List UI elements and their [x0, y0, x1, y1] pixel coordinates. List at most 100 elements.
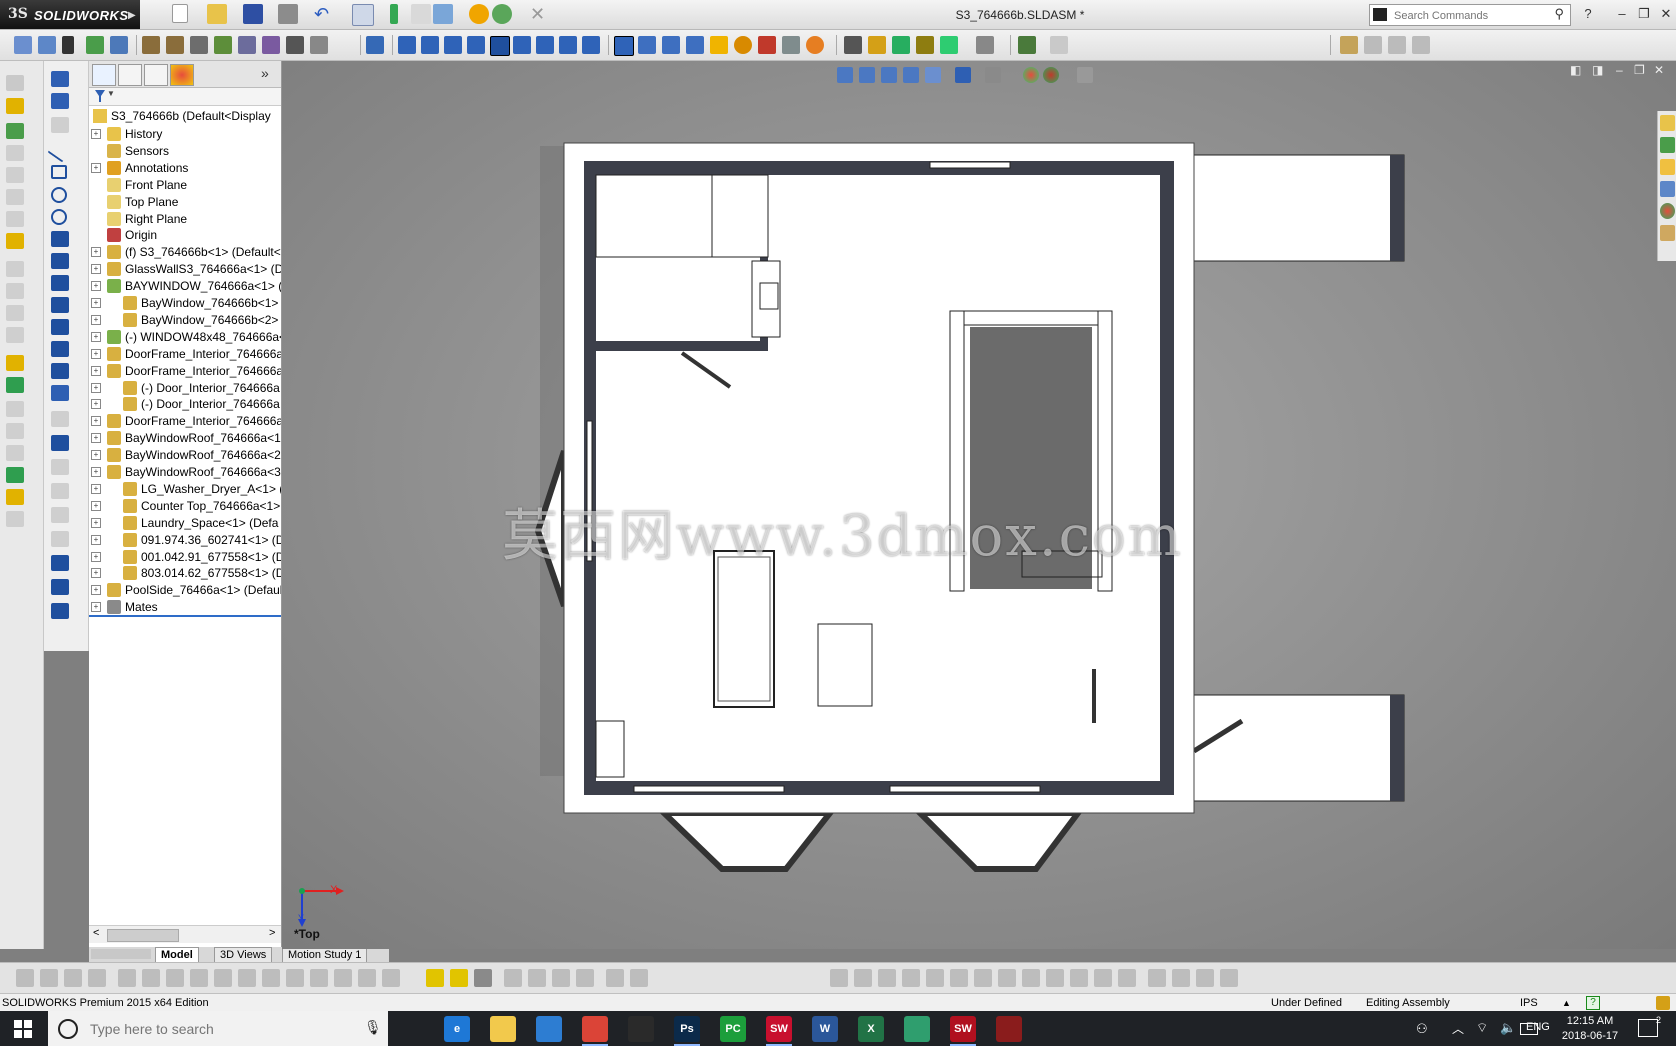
- search-commands[interactable]: ⚲: [1369, 4, 1571, 26]
- lower-tool-icon-12[interactable]: [286, 969, 304, 987]
- rapid-sketch-icon[interactable]: [51, 603, 69, 619]
- storage-box[interactable]: [595, 720, 625, 778]
- appearances-pane-icon[interactable]: [1660, 203, 1675, 219]
- view-palette-icon[interactable]: [1660, 181, 1675, 197]
- expand-toggle-icon[interactable]: +: [91, 162, 101, 173]
- hole-alignment-icon[interactable]: [916, 36, 934, 54]
- expand-toggle-icon[interactable]: +: [91, 298, 101, 308]
- large-assembly-icon[interactable]: [1018, 36, 1036, 54]
- tree-item[interactable]: + BayWindowRoof_764666a<2: [89, 446, 281, 464]
- new-motion-study-icon[interactable]: [214, 36, 232, 54]
- graphics-viewport[interactable]: ◧ ◨ ‒ ❐ ✕ 莫西网www.3dmox.com X Y *Top: [282, 61, 1676, 949]
- tree-item[interactable]: Sensors: [89, 142, 281, 160]
- word-icon[interactable]: W: [812, 1016, 838, 1042]
- feature-tree-tab-icon[interactable]: [92, 64, 116, 86]
- new-document-icon[interactable]: [172, 4, 188, 23]
- tree-item[interactable]: + BayWindowRoof_764666a<1: [89, 429, 281, 447]
- ellipse-icon[interactable]: [51, 275, 69, 291]
- tree-item[interactable]: Top Plane: [89, 193, 281, 211]
- lower-tool-icon-36[interactable]: [1070, 969, 1088, 987]
- intersect-icon[interactable]: [6, 423, 24, 439]
- appearance-icon[interactable]: [469, 4, 489, 24]
- centerline-icon[interactable]: [51, 117, 69, 133]
- washer-dryer[interactable]: [711, 174, 769, 258]
- microphone-icon[interactable]: 🎙: [364, 1019, 382, 1036]
- explode-line-sketch-icon[interactable]: [286, 36, 304, 54]
- tree-item[interactable]: + BayWindow_764666b<2>: [89, 311, 281, 329]
- help-icon[interactable]: ?: [1578, 5, 1598, 23]
- tree-item[interactable]: Origin: [89, 226, 281, 244]
- lower-tool-icon-6[interactable]: [142, 969, 160, 987]
- revolved-boss-icon[interactable]: [6, 98, 24, 114]
- lower-tool-icon-31[interactable]: [950, 969, 968, 987]
- lower-tool-icon-9[interactable]: [214, 969, 232, 987]
- view-right-icon[interactable]: [467, 36, 485, 54]
- file-properties-icon[interactable]: [411, 4, 431, 24]
- expand-toggle-icon[interactable]: +: [91, 450, 101, 461]
- show-hidden-icon[interactable]: [142, 36, 160, 54]
- mirror-icon[interactable]: [6, 377, 24, 393]
- lower-tool-icon-14[interactable]: [334, 969, 352, 987]
- save-icon[interactable]: [243, 4, 263, 24]
- lower-tool-icon-24[interactable]: [606, 969, 624, 987]
- units-chevron-icon[interactable]: ▲: [1562, 994, 1571, 1012]
- rib-icon[interactable]: [6, 305, 24, 321]
- close-doc-icon[interactable]: ✕: [530, 4, 550, 24]
- text-icon[interactable]: [51, 385, 69, 401]
- expand-toggle-icon[interactable]: +: [91, 399, 101, 410]
- spline-icon[interactable]: [51, 253, 69, 269]
- taskbar-search-input[interactable]: [88, 1020, 352, 1038]
- trim-icon[interactable]: [51, 411, 69, 427]
- open-folder-icon[interactable]: [207, 4, 227, 24]
- lower-tool-icon-18[interactable]: [450, 969, 468, 987]
- instant-3d-icon[interactable]: [6, 489, 24, 505]
- expand-toggle-icon[interactable]: +: [91, 602, 101, 613]
- file-explorer-pane-icon[interactable]: [1660, 159, 1675, 175]
- poolside-upper-wing[interactable]: [1193, 154, 1405, 262]
- expand-toggle-icon[interactable]: +: [91, 264, 101, 275]
- display-relations-icon[interactable]: [51, 531, 69, 547]
- solidworks-logo[interactable]: 3S SOLIDWORKS ▶: [0, 0, 140, 29]
- expand-toggle-icon[interactable]: +: [91, 348, 101, 359]
- boundary-boss-icon[interactable]: [6, 167, 24, 183]
- tree-item[interactable]: +001.042.91_677558<1> (D: [89, 548, 281, 566]
- pycharm-icon[interactable]: PC: [720, 1016, 746, 1042]
- pan-icon[interactable]: [662, 36, 680, 54]
- tree-item[interactable]: + History: [89, 125, 281, 143]
- lower-tool-icon-22[interactable]: [552, 969, 570, 987]
- lower-tool-icon-19[interactable]: [474, 969, 492, 987]
- revolved-cut-icon[interactable]: [6, 233, 24, 249]
- tree-item[interactable]: + BayWindow_764666b<1>: [89, 294, 281, 312]
- bay-window-bottom-1[interactable]: [656, 810, 837, 872]
- taskbar-search[interactable]: 🎙: [48, 1011, 388, 1046]
- tree-item[interactable]: +091.974.36_602741<1> (D: [89, 531, 281, 549]
- polygon-icon[interactable]: [51, 209, 67, 225]
- interference-detection-icon[interactable]: [868, 36, 886, 54]
- rebuild-icon[interactable]: [390, 4, 398, 24]
- cortana-icon[interactable]: [58, 1019, 78, 1039]
- hole-wizard-icon[interactable]: [6, 211, 24, 227]
- circle-icon[interactable]: [51, 187, 67, 203]
- clearance-icon[interactable]: [892, 36, 910, 54]
- tree-item[interactable]: + (-) Door_Interior_764666a: [89, 379, 281, 397]
- lower-tool-icon-7[interactable]: [166, 969, 184, 987]
- view-isometric-icon[interactable]: [536, 36, 554, 54]
- lower-tool-icon-39[interactable]: [1148, 969, 1166, 987]
- tree-item[interactable]: Right Plane: [89, 210, 281, 228]
- scene-icon[interactable]: [492, 4, 512, 24]
- chevron-down-icon[interactable]: ▼: [107, 89, 115, 98]
- solidworks-2015-b-icon[interactable]: SW: [950, 1016, 976, 1042]
- lower-tool-icon-11[interactable]: [262, 969, 280, 987]
- tree-item[interactable]: + DoorFrame_Interior_764666a: [89, 412, 281, 430]
- shell-icon[interactable]: [6, 327, 24, 343]
- help-status-icon[interactable]: ?: [1586, 996, 1600, 1010]
- curves-icon[interactable]: [6, 467, 24, 483]
- tree-horizontal-scrollbar[interactable]: < >: [89, 925, 281, 943]
- lower-tool-icon-37[interactable]: [1094, 969, 1112, 987]
- language-indicator[interactable]: ENG: [1526, 1021, 1550, 1033]
- move-entities-icon[interactable]: [51, 483, 69, 499]
- view-bottom-icon[interactable]: [513, 36, 531, 54]
- view-top-icon[interactable]: [490, 36, 510, 56]
- point-icon[interactable]: [51, 319, 69, 335]
- sketch-icon[interactable]: [51, 71, 69, 87]
